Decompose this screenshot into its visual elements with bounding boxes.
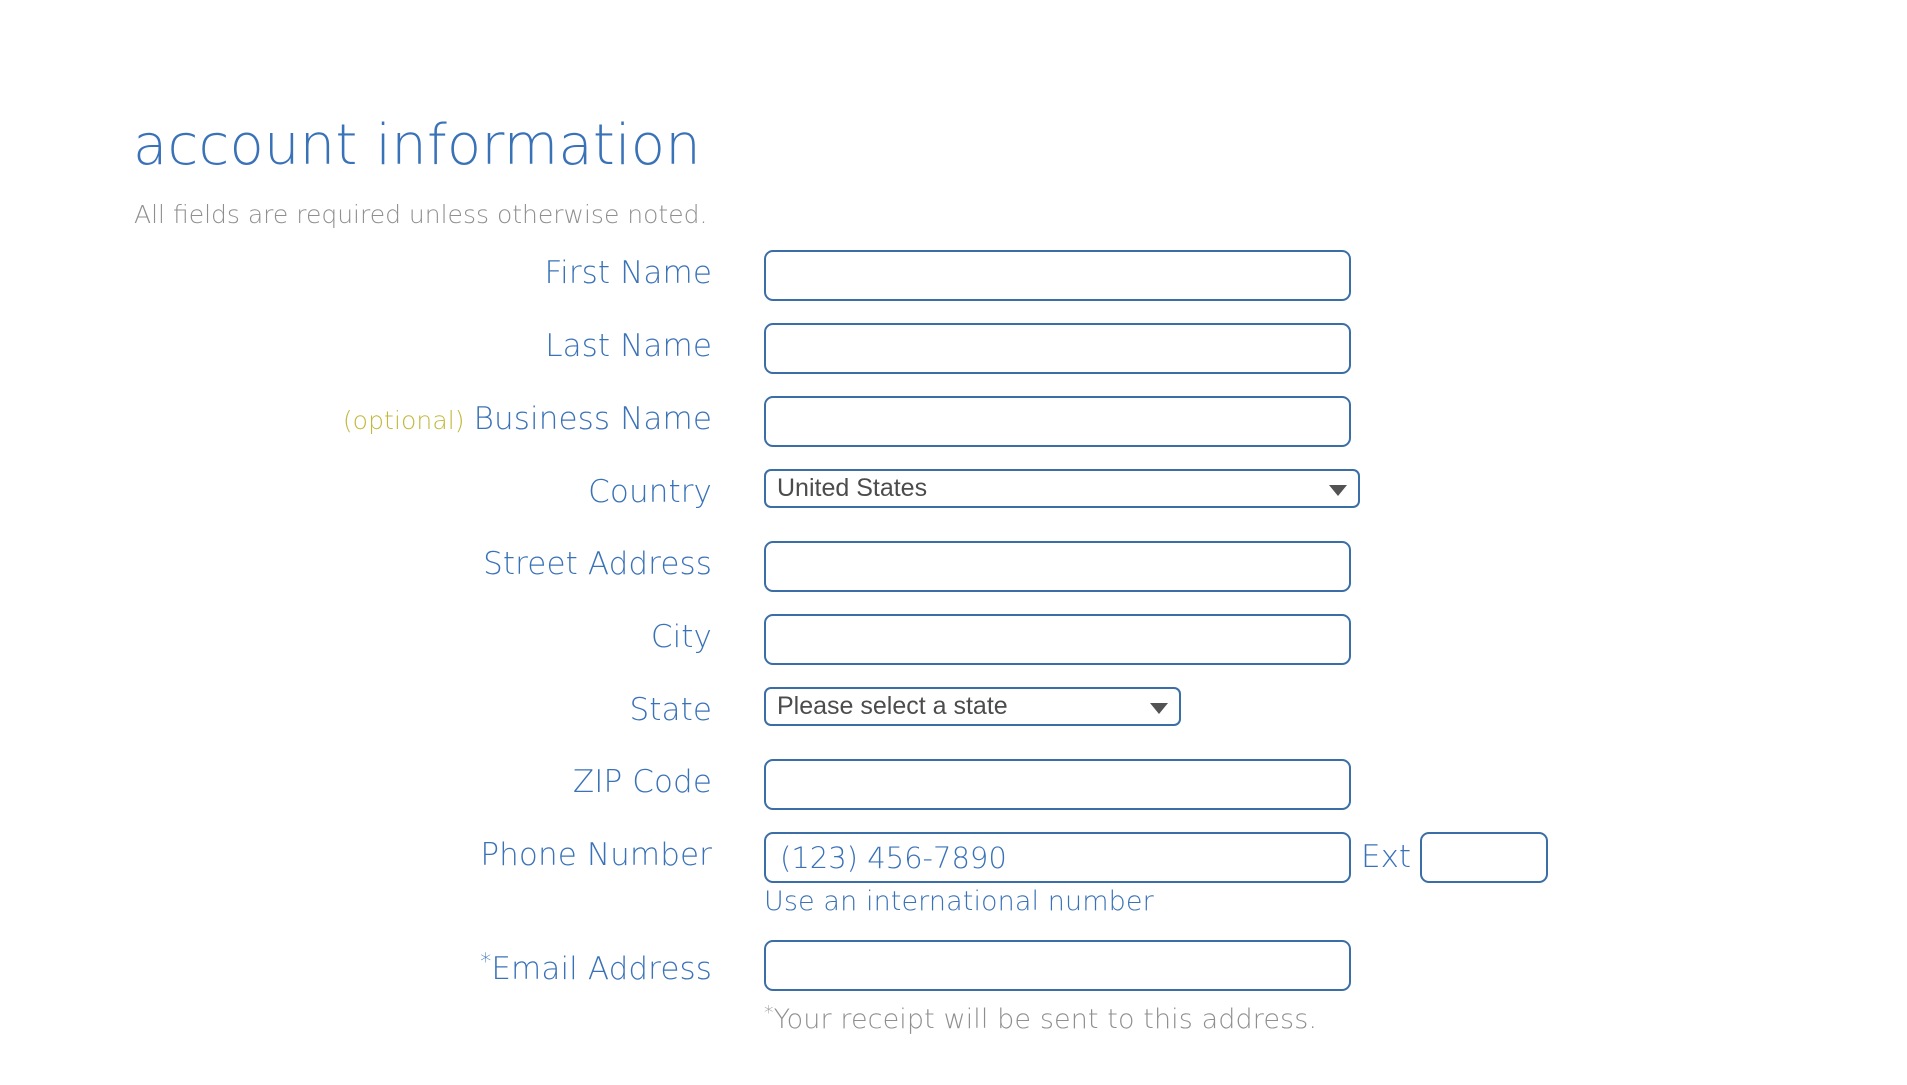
- street-address-input[interactable]: [764, 541, 1351, 592]
- business-name-label-wrap: (optional) Business Name: [0, 396, 712, 444]
- first-name-field-wrap: [712, 250, 1907, 301]
- state-label: State: [629, 692, 712, 728]
- form-row-zip-code: ZIP Code: [0, 759, 1907, 832]
- form-row-street-address: Street Address: [0, 541, 1907, 614]
- form-row-phone-number: Phone Number Ext: [0, 832, 1907, 886]
- street-address-label: Street Address: [483, 546, 712, 582]
- city-label: City: [650, 619, 712, 655]
- email-helper-col: *Your receipt will be sent to this addre…: [712, 1002, 1907, 1056]
- first-name-input[interactable]: [764, 250, 1351, 301]
- business-name-optional-tag: (optional): [342, 406, 465, 435]
- required-fields-note: All fields are required unless otherwise…: [134, 200, 708, 229]
- form-row-city: City: [0, 614, 1907, 687]
- state-select-wrap: Please select a state: [764, 687, 1181, 726]
- ext-input[interactable]: [1420, 832, 1549, 883]
- city-input[interactable]: [764, 614, 1351, 665]
- country-label: Country: [588, 474, 712, 510]
- last-name-input[interactable]: [764, 323, 1351, 374]
- email-receipt-note-wrap: *Your receipt will be sent to this addre…: [764, 1002, 1318, 1035]
- phone-number-label: Phone Number: [480, 837, 712, 873]
- first-name-label: First Name: [544, 255, 712, 291]
- email-helper-row: *Your receipt will be sent to this addre…: [0, 1002, 1907, 1056]
- city-field-wrap: [712, 614, 1907, 665]
- account-information-page: account information All fields are requi…: [0, 0, 1907, 1085]
- email-address-input[interactable]: [764, 940, 1351, 991]
- form-row-email-address: *Email Address: [0, 940, 1907, 1002]
- state-select[interactable]: Please select a state: [764, 687, 1181, 726]
- business-name-label: Business Name: [473, 401, 712, 437]
- form-row-first-name: First Name: [0, 250, 1907, 323]
- email-required-star: *: [480, 950, 492, 975]
- email-address-field-wrap: [712, 940, 1907, 991]
- country-select-wrap: United States: [764, 469, 1360, 508]
- account-information-form: First Name Last Name (optional) Business …: [0, 250, 1907, 1056]
- email-receipt-note: Your receipt will be sent to this addres…: [773, 1004, 1318, 1035]
- zip-code-label: ZIP Code: [572, 764, 712, 800]
- phone-helper-col: Use an international number: [712, 886, 1907, 940]
- page-title: account information: [133, 112, 701, 178]
- last-name-field-wrap: [712, 323, 1907, 374]
- phone-number-input[interactable]: [764, 832, 1351, 883]
- phone-number-field-wrap: Ext: [712, 832, 1907, 883]
- state-field-wrap: Please select a state: [712, 687, 1907, 726]
- zip-code-field-wrap: [712, 759, 1907, 810]
- business-name-input[interactable]: [764, 396, 1351, 447]
- helper-spacer: [0, 886, 712, 940]
- helper-spacer: [0, 1002, 712, 1056]
- international-number-link[interactable]: Use an international number: [764, 886, 1154, 917]
- business-name-field-wrap: [712, 396, 1907, 447]
- country-select[interactable]: United States: [764, 469, 1360, 508]
- country-field-wrap: United States: [712, 469, 1907, 508]
- form-row-business-name: (optional) Business Name: [0, 396, 1907, 469]
- ext-label: Ext: [1361, 839, 1412, 875]
- phone-helper-row: Use an international number: [0, 886, 1907, 940]
- form-row-last-name: Last Name: [0, 323, 1907, 396]
- form-row-state: State Please select a state: [0, 687, 1907, 759]
- street-address-field-wrap: [712, 541, 1907, 592]
- last-name-label: Last Name: [545, 328, 712, 364]
- email-note-star: *: [764, 1002, 774, 1024]
- zip-code-input[interactable]: [764, 759, 1351, 810]
- email-address-label-wrap: *Email Address: [0, 940, 712, 992]
- email-address-label: Email Address: [491, 951, 712, 987]
- form-row-country: Country United States: [0, 469, 1907, 541]
